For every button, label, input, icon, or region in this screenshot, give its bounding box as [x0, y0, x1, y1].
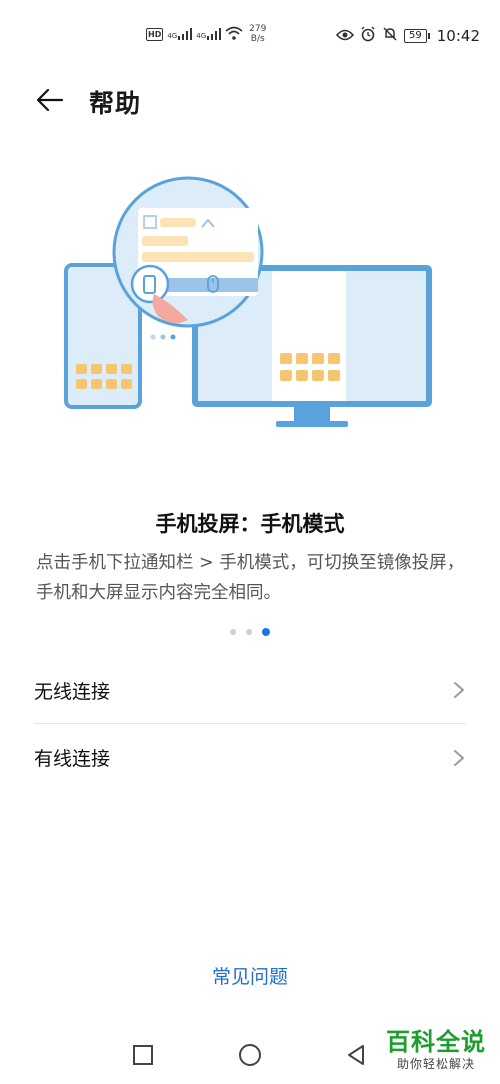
- list-item-label: 无线连接: [34, 680, 111, 703]
- list-item-wired[interactable]: 有线连接: [34, 724, 466, 791]
- wifi-icon: [225, 26, 243, 43]
- back-nav-button[interactable]: [343, 1042, 369, 1068]
- feature-title: 手机投屏：手机模式: [155, 512, 345, 536]
- home-button[interactable]: [237, 1042, 263, 1068]
- page-indicator: [0, 628, 500, 636]
- back-button[interactable]: [34, 84, 66, 116]
- signal-label: 4G: [196, 32, 207, 40]
- hd-icon: HD: [146, 27, 164, 41]
- page-dot-active[interactable]: [262, 628, 270, 636]
- chevron-right-icon: [454, 749, 464, 766]
- list-item-label: 有线连接: [34, 748, 111, 770]
- speed-unit: B/s: [250, 34, 265, 44]
- arrow-left-icon: [36, 88, 64, 112]
- circle-icon: [239, 1044, 261, 1066]
- list-item-wireless[interactable]: 无线连接: [34, 657, 466, 724]
- status-right: 59 10:42: [335, 26, 480, 46]
- projection-illustration: [50, 170, 450, 440]
- connection-list: 无线连接 有线连接: [34, 657, 466, 791]
- status-left: HD 4G 4G 279 B/s: [146, 24, 266, 44]
- recents-button[interactable]: [130, 1042, 156, 1068]
- watermark: 百科全说 助你轻松解决: [386, 1022, 486, 1072]
- signal-icon: 4G: [167, 28, 193, 40]
- signal-icon: 4G: [196, 28, 222, 40]
- battery-icon: 59: [404, 29, 430, 43]
- speed-value: 279: [249, 24, 267, 34]
- chevron-right-icon: [454, 682, 464, 698]
- clock: 10:42: [436, 27, 480, 45]
- network-speed: 279 B/s: [249, 24, 266, 44]
- feature-description: 点击手机下拉通知栏 > 手机模式，可切换至镜像投屏，手机和大屏显示内容完全相同。: [36, 553, 465, 603]
- magnifier-graphic: [112, 176, 264, 328]
- watermark-main: 百科全说: [386, 1028, 486, 1056]
- page-title: 帮助: [89, 89, 142, 118]
- mute-icon: [382, 26, 398, 46]
- header: 帮助: [0, 78, 500, 122]
- faq-link[interactable]: 常见问题: [0, 962, 500, 989]
- signal-label: 4G: [167, 32, 178, 40]
- page-dot[interactable]: [230, 629, 236, 635]
- square-icon: [133, 1045, 153, 1065]
- eye-icon: [335, 27, 355, 45]
- page-dot[interactable]: [246, 629, 252, 635]
- triangle-back-icon: [348, 1045, 364, 1065]
- watermark-sub: 助你轻松解决: [396, 1057, 475, 1071]
- status-bar: HD 4G 4G 279 B/s 59 10:42: [0, 0, 500, 70]
- alarm-icon: [360, 26, 376, 46]
